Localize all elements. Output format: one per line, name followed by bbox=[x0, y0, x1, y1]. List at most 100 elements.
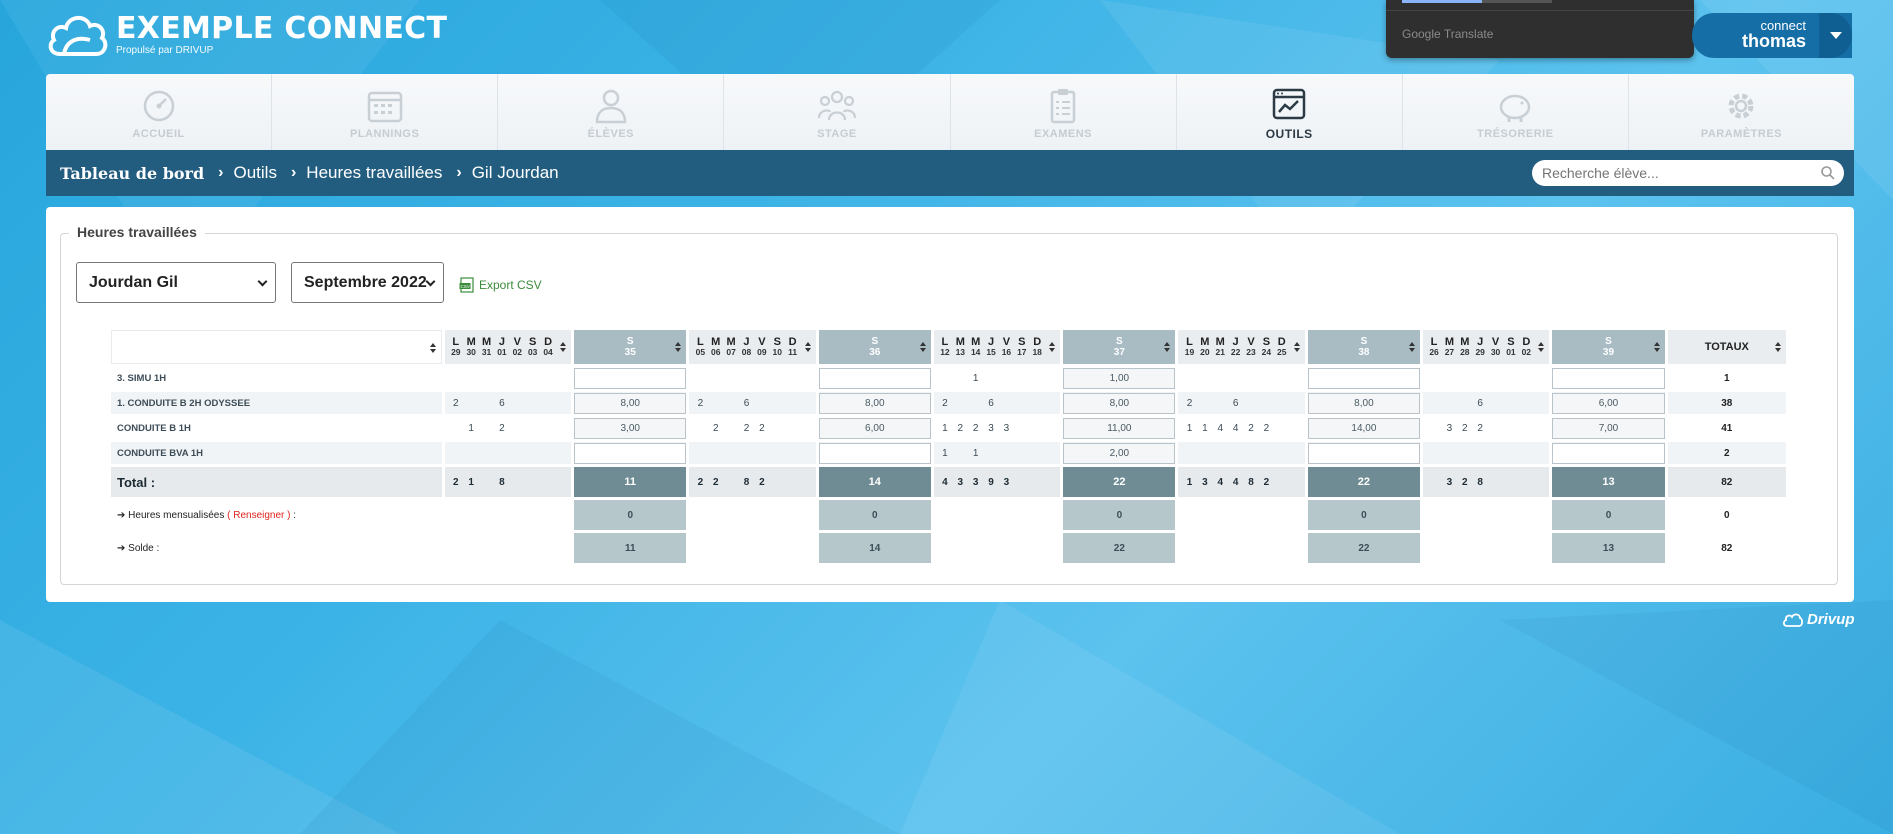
table-header-days[interactable]: L M M J V S D 05 06 07 08 09 10 11 bbox=[689, 330, 816, 364]
table-header-days[interactable]: L M M J V S D 12 13 14 15 16 17 18 bbox=[933, 330, 1061, 364]
nav-label: OUTILS bbox=[1265, 127, 1313, 141]
week-hours-input[interactable]: 11,00 bbox=[1063, 417, 1176, 439]
week-hours-input[interactable] bbox=[818, 367, 931, 389]
day-value bbox=[984, 373, 998, 384]
gauge-icon bbox=[143, 90, 174, 122]
week-cell bbox=[1552, 367, 1665, 389]
empty-cell bbox=[933, 500, 1061, 530]
month-select[interactable]: Septembre 2022 bbox=[291, 262, 444, 303]
week-hours-input[interactable]: 6,00 bbox=[1552, 392, 1665, 414]
day-value: 1 bbox=[1202, 422, 1208, 434]
week-hours-input[interactable]: 3,00 bbox=[574, 417, 687, 439]
day-value bbox=[755, 398, 769, 409]
day-value bbox=[969, 398, 983, 409]
day-total bbox=[1015, 477, 1029, 488]
table-header-week[interactable]: S 36 bbox=[818, 330, 931, 364]
week-hours-input[interactable] bbox=[1552, 442, 1665, 464]
nav-item-parametres[interactable]: PARAMÈTRES bbox=[1629, 74, 1854, 150]
hours-table-container: L M M J V S D 29 30 31 01 02 03 04 S 35 L M M J V S D 05 06 07 08 0… bbox=[108, 327, 1789, 566]
export-csv-link[interactable]: CSV Export CSV bbox=[459, 277, 542, 293]
week-hours-input[interactable]: 8,00 bbox=[818, 392, 931, 414]
nav-item-accueil[interactable]: ACCUEIL bbox=[46, 74, 273, 150]
table-header-week[interactable]: S 38 bbox=[1307, 330, 1421, 364]
table-header-days[interactable]: L M M J V S D 19 20 21 22 23 24 25 bbox=[1178, 330, 1305, 364]
chevron-right-icon: › bbox=[290, 164, 297, 181]
week-hours-input[interactable]: 2,00 bbox=[1063, 442, 1176, 464]
week-cell: 14,00 bbox=[1307, 417, 1421, 439]
week-number: 37 bbox=[1113, 347, 1125, 358]
day-total: 8 bbox=[1248, 476, 1254, 488]
total-label: Total : bbox=[111, 467, 442, 497]
day-value bbox=[541, 398, 555, 409]
week-total: 22 bbox=[1063, 467, 1176, 497]
week-hours-input[interactable]: 1,00 bbox=[1063, 367, 1176, 389]
week-hours-input[interactable] bbox=[1307, 442, 1421, 464]
week-cell: 8,00 bbox=[1063, 392, 1176, 414]
day-total: 3 bbox=[1446, 476, 1453, 488]
nav-label: STAGE bbox=[817, 128, 857, 140]
week-hours-input[interactable] bbox=[1552, 367, 1665, 389]
student-select[interactable]: Jourdan Gil bbox=[76, 262, 276, 303]
nav-item-plannings[interactable]: PLANNINGS bbox=[272, 74, 499, 150]
day-value: 2 bbox=[1186, 397, 1193, 409]
breadcrumb-item[interactable]: Heures travaillées bbox=[306, 163, 442, 183]
day-cells bbox=[444, 442, 572, 464]
day-value: 2 bbox=[1477, 422, 1483, 434]
week-hours-input[interactable]: 8,00 bbox=[1307, 392, 1421, 414]
week-cell bbox=[818, 442, 931, 464]
renseigner-link[interactable]: ( Renseigner ) bbox=[227, 510, 290, 521]
drivup-footer-logo[interactable]: Drivup bbox=[1782, 611, 1855, 628]
table-header-days[interactable]: L M M J V S D 26 27 28 29 30 01 02 bbox=[1423, 330, 1550, 364]
day-letter: J bbox=[498, 336, 505, 348]
week-hours-input[interactable]: 8,00 bbox=[1063, 392, 1176, 414]
sort-icon bbox=[1775, 342, 1781, 352]
day-letter: M bbox=[1460, 336, 1470, 348]
nav-item-outils[interactable]: OUTILS bbox=[1177, 74, 1403, 150]
week-hours-input[interactable]: 7,00 bbox=[1552, 417, 1665, 439]
nav-item-examens[interactable]: EXAMENS bbox=[951, 74, 1177, 150]
table-row-balance: ➔ Solde : 11 14 22 22 13 82 bbox=[111, 533, 1786, 563]
day-cells bbox=[1178, 367, 1305, 389]
week-monthly: 0 bbox=[1307, 500, 1421, 530]
day-date: 14 bbox=[970, 347, 981, 357]
day-letter: D bbox=[1277, 336, 1286, 348]
week-hours-input[interactable] bbox=[574, 367, 687, 389]
nav-item-eleves[interactable]: ÉLÈVES bbox=[498, 74, 725, 150]
day-total: 9 bbox=[988, 476, 994, 488]
day-total: 4 bbox=[1232, 476, 1239, 488]
day-date: 23 bbox=[1246, 347, 1256, 357]
table-header-week[interactable]: S 39 bbox=[1552, 330, 1665, 364]
student-select-value: Jourdan Gil bbox=[89, 273, 178, 291]
nav-item-tresorerie[interactable]: TRÉSORERIE bbox=[1403, 74, 1629, 150]
day-value bbox=[526, 423, 540, 434]
day-total bbox=[1489, 477, 1503, 488]
empty-cell bbox=[689, 533, 816, 563]
day-letter: J bbox=[1232, 336, 1239, 348]
table-header-label[interactable] bbox=[111, 330, 442, 364]
table-header-days[interactable]: L M M J V S D 29 30 31 01 02 03 04 bbox=[444, 330, 572, 364]
day-value bbox=[709, 398, 723, 409]
week-hours-input[interactable]: 6,00 bbox=[818, 417, 931, 439]
day-letter: M bbox=[955, 336, 965, 348]
search-input[interactable] bbox=[1542, 165, 1812, 181]
table-header-week[interactable]: S 37 bbox=[1063, 330, 1176, 364]
week-hours-input[interactable] bbox=[574, 442, 687, 464]
tools-window-icon bbox=[1272, 88, 1306, 120]
search-icon[interactable] bbox=[1820, 165, 1836, 181]
day-letter: S bbox=[1507, 336, 1515, 348]
table-header-totals[interactable]: TOTAUX bbox=[1667, 330, 1786, 364]
breadcrumb-item[interactable]: Gil Jourdan bbox=[472, 163, 559, 183]
week-hours-input[interactable]: 8,00 bbox=[574, 392, 687, 414]
week-hours-input[interactable] bbox=[1307, 367, 1421, 389]
breadcrumb-item[interactable]: Outils bbox=[234, 163, 277, 183]
day-value: 2 bbox=[712, 422, 719, 434]
week-hours-input[interactable] bbox=[818, 442, 931, 464]
week-hours-input[interactable]: 14,00 bbox=[1307, 417, 1421, 439]
app-logo[interactable]: EXEMPLE CONNECT Propulsé par DRIVUP bbox=[46, 10, 447, 60]
week-balance: 11 bbox=[574, 533, 687, 563]
day-date: 03 bbox=[527, 347, 538, 357]
week-cell bbox=[574, 367, 687, 389]
nav-item-stage[interactable]: STAGE bbox=[724, 74, 951, 150]
breadcrumb-item[interactable]: Tableau de bord bbox=[60, 164, 204, 183]
table-header-week[interactable]: S 35 bbox=[574, 330, 687, 364]
